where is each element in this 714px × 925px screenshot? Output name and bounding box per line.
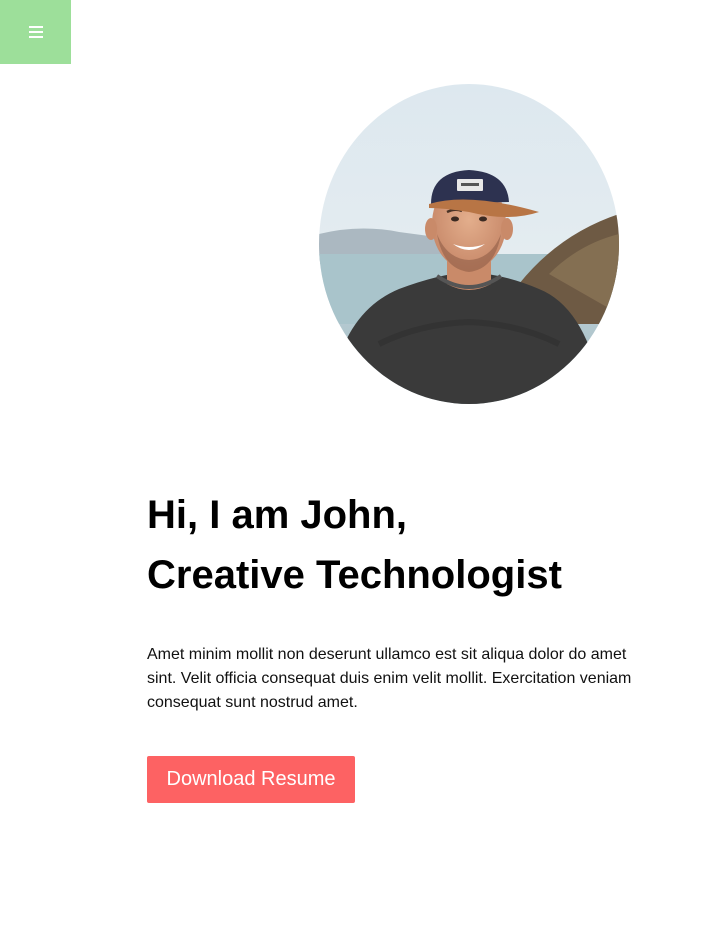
hamburger-menu-icon (28, 26, 43, 38)
profile-photo (319, 84, 619, 404)
hero-heading-role: Creative Technologist (147, 553, 562, 597)
hero-description: Amet minim mollit non deserunt ullamco e… (147, 646, 632, 711)
hero-heading: Hi, I am John, Creative Technologist (147, 485, 562, 605)
profile-photo-image (319, 84, 619, 404)
menu-toggle-button[interactable] (0, 0, 71, 64)
download-resume-button[interactable]: Download Resume (147, 756, 355, 803)
hero-heading-greeting: Hi, I am John, (147, 493, 408, 537)
